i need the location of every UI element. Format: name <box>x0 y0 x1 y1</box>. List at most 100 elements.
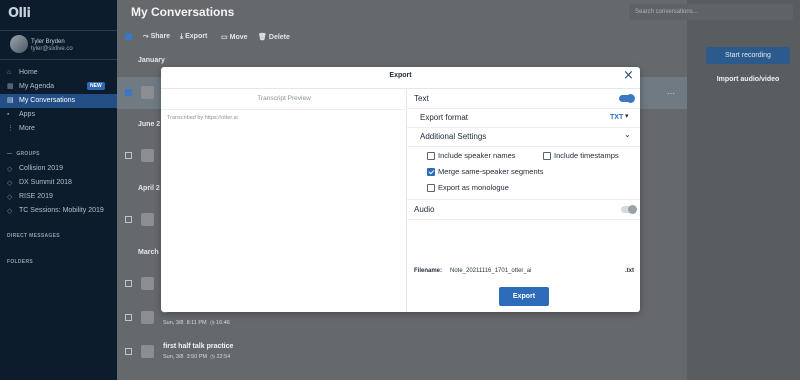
group-item[interactable]: ◇ RISE 2019 <box>0 190 117 204</box>
divider <box>161 109 407 110</box>
audio-toggle[interactable] <box>621 205 637 214</box>
move-button[interactable]: ▭ Move <box>221 33 248 41</box>
document-icon <box>141 213 154 226</box>
import-audio-video-link[interactable]: Import audio/video <box>708 76 788 83</box>
chevron-down-icon: ⌄ <box>624 130 631 139</box>
export-as-monologue-checkbox[interactable] <box>427 184 435 192</box>
row-checkbox[interactable] <box>125 152 132 159</box>
more-options-icon[interactable]: ··· <box>667 89 675 98</box>
search-input[interactable]: Search conversations... <box>629 4 793 20</box>
row-checkbox[interactable] <box>125 280 132 287</box>
group-item[interactable]: ◇ TC Sessions: Mobility 2019 <box>0 204 117 218</box>
caret-down-icon: ▾ <box>625 112 629 120</box>
modal-title: Export <box>389 72 412 79</box>
section-label: March <box>138 249 159 256</box>
document-icon <box>141 311 154 324</box>
nav-item-apps[interactable]: ▪ Apps <box>0 108 117 122</box>
section-label: June 2 <box>138 121 161 128</box>
row-checkbox[interactable] <box>125 348 132 355</box>
row-checkbox[interactable] <box>125 314 132 321</box>
transcript-preview-pane: Transcript Preview Transcribed by https:… <box>161 89 407 312</box>
merge-same-speaker-label: Merge same-speaker segments <box>438 167 544 176</box>
sidebar: Olli Tyler Bryden tyler@sixlive.co ⌂ Hom… <box>0 0 117 380</box>
document-icon <box>141 345 154 358</box>
nav-item-agenda[interactable]: ▦ My Agenda NEW <box>0 80 117 94</box>
folders-heading: FOLDERS <box>7 259 33 265</box>
additional-settings-label: Additional Settings <box>420 132 487 141</box>
nav-item-label: Home <box>19 69 38 76</box>
audio-label: Audio <box>414 205 435 214</box>
group-icon: ◇ <box>7 194 13 201</box>
text-label: Text <box>414 94 429 103</box>
document-icon <box>141 149 154 162</box>
row-meta: Sun, 3/8 3:50 PM ◷ 22:54 <box>163 354 231 360</box>
group-icon: ◇ <box>7 208 13 215</box>
row-checkbox[interactable] <box>125 216 132 223</box>
audio-option-row: Audio <box>414 200 637 219</box>
group-item[interactable]: ◇ Collision 2019 <box>0 162 117 176</box>
row-checkbox[interactable] <box>125 89 132 96</box>
filename-input[interactable]: Note_20211116_1701_otter_ai <box>450 268 531 274</box>
close-icon[interactable]: × <box>623 68 634 83</box>
start-recording-button[interactable]: Start recording <box>706 47 790 64</box>
row-meta: Sun, 3/8 8:11 PM ◷ 16:46 <box>163 320 230 326</box>
calendar-icon: ▦ <box>7 83 14 90</box>
group-item[interactable]: ◇ DX Summit 2018 <box>0 176 117 190</box>
folder-icon: ▭ <box>221 34 228 41</box>
section-label: April 2 <box>138 185 160 192</box>
additional-settings-row[interactable]: Additional Settings ⌄ <box>414 127 636 146</box>
export-icon: ⤓ <box>180 33 184 40</box>
more-icon: ⋮ <box>7 125 14 132</box>
document-icon <box>141 277 154 290</box>
conversations-icon: ▤ <box>7 97 14 104</box>
group-icon: ◇ <box>7 180 13 187</box>
export-modal: Export × Transcript Preview Transcribed … <box>161 67 640 312</box>
nav-item-label: More <box>19 125 35 132</box>
trash-icon: 🗑 <box>258 34 267 41</box>
export-format-row[interactable]: Export format TXT ▾ <box>414 108 636 127</box>
transcript-preview-title: Transcript Preview <box>257 95 311 102</box>
apps-icon: ▪ <box>7 111 10 118</box>
row-title[interactable]: first half talk practice <box>163 343 233 350</box>
nav-item-conversations[interactable]: ▤ My Conversations <box>0 94 117 108</box>
section-label: January <box>138 57 165 64</box>
include-timestamps-label: Include timestamps <box>554 151 619 160</box>
avatar <box>10 35 28 53</box>
app-logo: Olli <box>8 6 31 21</box>
nav-item-label: My Agenda <box>19 83 55 90</box>
delete-button[interactable]: 🗑 Delete <box>258 33 290 41</box>
include-speaker-names-label: Include speaker names <box>438 151 516 160</box>
export-button[interactable]: ⤓ Export <box>180 33 207 41</box>
clock-icon: ◷ <box>209 320 215 326</box>
filename-label: Filename: <box>414 268 443 274</box>
share-icon: ⤳ <box>143 33 149 40</box>
export-as-monologue-label: Export as monologue <box>438 183 509 192</box>
nav-item-more[interactable]: ⋮ More <box>0 122 117 136</box>
groups-heading: — GROUPS <box>7 151 40 157</box>
select-all-checkbox[interactable] <box>125 33 132 40</box>
nav-item-home[interactable]: ⌂ Home <box>0 66 117 80</box>
clock-icon: ◷ <box>210 354 215 360</box>
include-speaker-names-checkbox[interactable] <box>427 152 435 160</box>
direct-messages-heading: DIRECT MESSAGES <box>7 233 60 239</box>
divider <box>407 219 640 220</box>
text-toggle[interactable] <box>619 94 635 103</box>
divider <box>407 146 640 147</box>
page-title: My Conversations <box>131 5 235 19</box>
merge-same-speaker-checkbox[interactable] <box>427 168 435 176</box>
home-icon: ⌂ <box>7 69 12 76</box>
export-format-select[interactable]: TXT <box>610 114 623 121</box>
toolbar: ⤳ Share ⤓ Export ▭ Move 🗑 Delete <box>117 30 687 44</box>
group-icon: ◇ <box>7 166 13 173</box>
new-badge: NEW <box>87 82 105 90</box>
transcript-preview-text: Transcribed by https://otter.ai <box>167 115 238 121</box>
nav-item-label: My Conversations <box>19 97 76 104</box>
export-format-label: Export format <box>420 113 469 122</box>
text-option-row: Text <box>414 89 636 108</box>
include-timestamps-checkbox[interactable] <box>543 152 551 160</box>
profile-email: tyler@sixlive.co <box>31 46 73 52</box>
document-icon <box>141 86 154 99</box>
export-submit-button[interactable]: Export <box>499 287 549 306</box>
share-button[interactable]: ⤳ Share <box>143 33 170 41</box>
profile-card[interactable]: Tyler Bryden tyler@sixlive.co <box>0 30 117 60</box>
